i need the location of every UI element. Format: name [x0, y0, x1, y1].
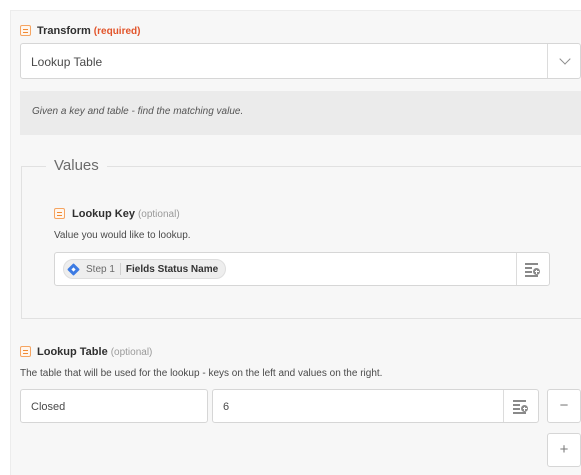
insert-data-icon[interactable] — [525, 263, 541, 277]
text-field-icon — [20, 346, 31, 357]
step-diamond-icon — [67, 262, 80, 276]
optional-indicator: (optional) — [110, 347, 153, 358]
pill-field-name: Fields Status Name — [125, 263, 219, 275]
lookup-key-label: Lookup Key (optional) — [72, 208, 180, 220]
transform-select[interactable]: Lookup Table — [20, 43, 581, 79]
values-fieldset — [21, 166, 581, 319]
required-indicator: (required) — [93, 26, 141, 37]
transform-selected-value: Lookup Table — [31, 55, 103, 69]
transform-label: Transform (required) — [37, 25, 141, 37]
optional-indicator: (optional) — [137, 209, 180, 220]
chevron-down-icon[interactable] — [559, 53, 571, 65]
transform-help-box: Given a key and table - find the matchin… — [20, 91, 581, 135]
text-field-icon — [54, 208, 65, 219]
mapped-field-pill[interactable]: Step 1 Fields Status Name — [63, 259, 227, 279]
insert-data-icon[interactable] — [513, 400, 529, 414]
pill-step-label: Step 1 — [86, 263, 115, 275]
lookup-key-input[interactable]: Step 1 Fields Status Name — [54, 252, 550, 286]
transform-help-text: Given a key and table - find the matchin… — [32, 106, 244, 117]
lookup-table-label: Lookup Table (optional) — [37, 346, 153, 358]
lookup-row-key-input[interactable]: Closed — [20, 389, 208, 423]
lookup-key-description: Value you would like to lookup. — [54, 230, 191, 241]
lookup-row-value-input[interactable]: 6 — [212, 389, 539, 423]
values-legend: Values — [46, 157, 107, 174]
text-field-icon — [20, 25, 31, 36]
lookup-table-description: The table that will be used for the look… — [20, 368, 383, 379]
remove-row-button[interactable]: − — [547, 389, 581, 423]
add-row-button[interactable]: + — [547, 433, 581, 467]
